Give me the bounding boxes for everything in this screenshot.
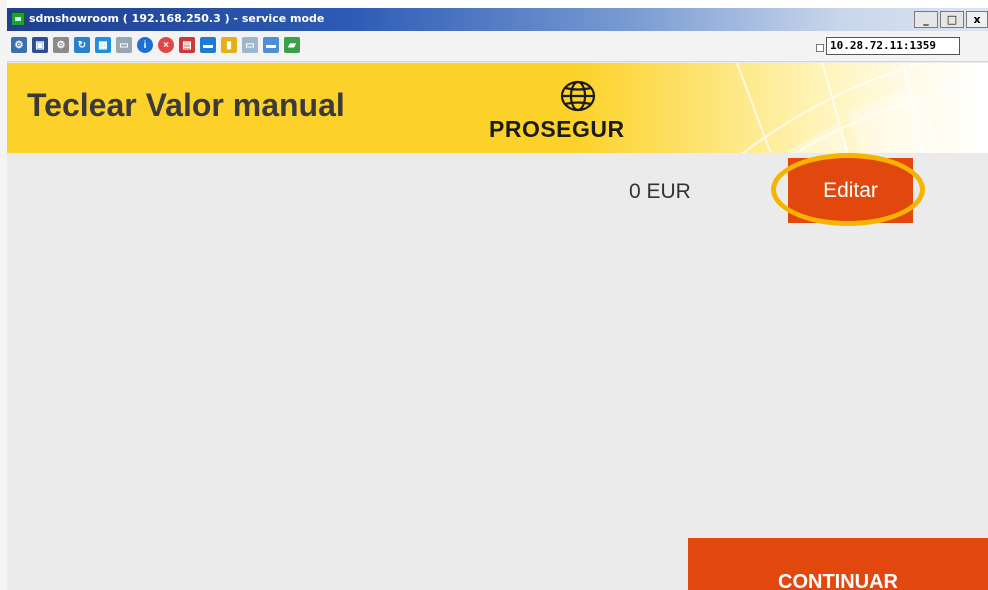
- fullscreen-icon[interactable]: ▣: [32, 37, 48, 53]
- keyboard-icon[interactable]: ▭: [116, 37, 132, 53]
- maximize-button[interactable]: □: [940, 11, 964, 28]
- title-bar: sdmshowroom ( 192.168.250.3 ) - service …: [7, 8, 988, 31]
- minimize-button[interactable]: _: [914, 11, 938, 28]
- app-icon: [11, 12, 25, 26]
- prosegur-logo: PROSEGUR: [485, 75, 675, 145]
- folder-icon[interactable]: ▮: [221, 37, 237, 53]
- toolbar: ⚙ ▣ ⚙ ↻ ▦ ▭ i × ▤ ▬ ▮ ▭ ▬ ▰ 10.28.72.11:1359: [7, 31, 988, 62]
- continue-button[interactable]: CONTINUAR: [688, 538, 988, 590]
- amount-value: 0 EUR: [629, 180, 691, 203]
- network-icon[interactable]: ⚙: [11, 37, 27, 53]
- address-field[interactable]: 10.28.72.11:1359: [826, 37, 960, 55]
- logo-text: PROSEGUR: [489, 116, 625, 142]
- page-title: Teclear Valor manual: [27, 87, 345, 123]
- header-decoration: [736, 63, 988, 153]
- globe-icon: [560, 80, 596, 112]
- monitor-icon[interactable]: ▬: [200, 37, 216, 53]
- chat-icon[interactable]: ▰: [284, 37, 300, 53]
- refresh-icon[interactable]: ↻: [74, 37, 90, 53]
- window-title: sdmshowroom ( 192.168.250.3 ) - service …: [29, 12, 325, 25]
- settings-icon[interactable]: ⚙: [53, 37, 69, 53]
- page-header: Teclear Valor manual PROSEGUR: [7, 63, 988, 153]
- toolbar-icons: ⚙ ▣ ⚙ ↻ ▦ ▭ i × ▤ ▬ ▮ ▭ ▬ ▰: [11, 37, 300, 53]
- window-icon[interactable]: ▭: [242, 37, 258, 53]
- info-icon[interactable]: i: [137, 37, 153, 53]
- display-icon[interactable]: ▬: [263, 37, 279, 53]
- address-checkbox[interactable]: [816, 44, 824, 52]
- windows-icon[interactable]: ▦: [95, 37, 111, 53]
- outer-left-edge: [0, 0, 7, 590]
- edit-button[interactable]: Editar: [788, 158, 913, 223]
- window-controls: _ □ x: [914, 11, 988, 28]
- app-window: sdmshowroom ( 192.168.250.3 ) - service …: [7, 8, 988, 590]
- document-icon[interactable]: ▤: [179, 37, 195, 53]
- main-content: 0 EUR Editar CONTINUAR: [7, 153, 988, 590]
- stop-icon[interactable]: ×: [158, 37, 174, 53]
- close-button[interactable]: x: [966, 11, 988, 28]
